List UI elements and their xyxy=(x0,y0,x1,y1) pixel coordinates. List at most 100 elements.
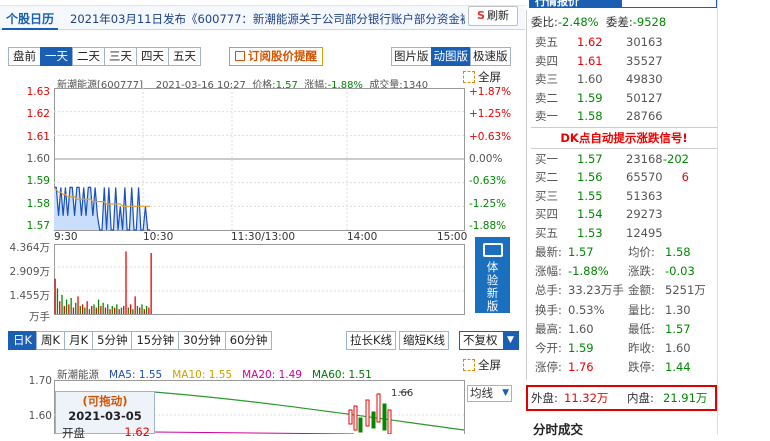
tab-quotes[interactable]: 行情报价 xyxy=(535,0,579,9)
volume-bar xyxy=(79,305,81,314)
panel-right-edge xyxy=(717,0,718,434)
tab-kline-6[interactable]: 60分钟 xyxy=(224,331,273,350)
fuquan-select[interactable]: 不复权 ▼ xyxy=(459,331,519,350)
stats-row-3: 换手: 0.53% 量比: 1.30 xyxy=(531,301,717,320)
y-label-right-3: 0.00% xyxy=(469,153,503,165)
weibi-row: 委比:-2.48% 委差:-9528 xyxy=(531,14,666,30)
stats-row-1: 涨幅: -1.88% 涨跌: -0.03 xyxy=(531,262,717,281)
order-price: 1.59 xyxy=(577,90,603,105)
news-headline-link[interactable]: 2021年03月11日发布《600777：新潮能源关于公司部分银行账户部分资金被… xyxy=(70,11,465,27)
order-price: 1.53 xyxy=(577,225,603,240)
view-button-0[interactable]: 图片版 xyxy=(391,47,432,66)
stats-row-2: 总手: 33.23万手 金额: 5251万 xyxy=(531,281,717,300)
fullscreen-button[interactable]: 全屏 xyxy=(463,69,501,85)
stat-label: 最新: xyxy=(535,245,562,259)
volume-bar xyxy=(77,296,79,314)
weibi-value: -2.48% xyxy=(557,15,599,29)
stat-label: 跌停: xyxy=(628,360,655,375)
volume-bar xyxy=(113,307,116,314)
junxian-label: 均线 xyxy=(470,386,493,400)
period-tabs: 盘前 一天 二天 三天 四天 五天 xyxy=(8,47,201,66)
stat-value: 1.60 xyxy=(568,321,594,336)
intraday-volume-chart[interactable] xyxy=(54,244,465,315)
kline-tooltip[interactable]: (可拖动) 2021-03-05 开盘 1.62 xyxy=(55,391,155,440)
stretch-kline-button[interactable]: 拉长K线 xyxy=(346,331,397,350)
volume-bar xyxy=(109,309,111,314)
tab-period-5[interactable]: 五天 xyxy=(168,47,201,66)
y-label-right-0: +1.87% xyxy=(469,86,512,98)
order-label: 买二 xyxy=(535,170,558,184)
y-label-left-0: 1.63 xyxy=(26,86,50,98)
order-label: 买四 xyxy=(535,207,558,221)
candle xyxy=(382,403,387,431)
candle xyxy=(348,409,353,425)
y-label-right-4: -0.63% xyxy=(469,175,507,188)
tab-kline-0[interactable]: 日K xyxy=(8,331,38,350)
candle xyxy=(387,409,392,434)
tab-stock-calendar[interactable]: 个股日历 xyxy=(2,8,59,30)
junxian-select[interactable]: 均线 ▼ xyxy=(467,385,512,402)
weicha-label: 委差: xyxy=(605,15,633,29)
order-book: 卖五 1.62 30163 卖四 1.61 35527 卖三 1.60 49830 卖二 1.59 5… xyxy=(531,33,717,242)
stat-label: 最低: xyxy=(628,321,655,336)
order-row-sell-3: 卖二 1.59 50127 xyxy=(531,89,717,108)
refresh-label: 刷新 xyxy=(486,9,509,22)
view-button-2[interactable]: 极速版 xyxy=(470,47,511,66)
volume-bar xyxy=(125,251,127,314)
order-row-sell-4: 卖一 1.58 28766 xyxy=(531,107,717,126)
order-row-buy-0: 买一 1.57 23168 -202 xyxy=(531,150,717,169)
stat-label: 换手: xyxy=(535,302,562,317)
volume-bar xyxy=(88,309,91,314)
order-book-divider xyxy=(531,147,717,149)
tab-kline-3[interactable]: 5分钟 xyxy=(92,331,133,350)
fuquan-value: 不复权 xyxy=(463,333,498,347)
stat-label: 今开: xyxy=(535,340,562,355)
dk-signal-promo-link[interactable]: DK点自动提示涨跌信号! xyxy=(531,129,717,147)
stats-row-4: 最高: 1.60 最低: 1.57 xyxy=(531,320,717,339)
kline-fullscreen-button[interactable]: 全屏 xyxy=(463,357,501,373)
order-price: 1.61 xyxy=(577,53,603,68)
shrink-kline-button[interactable]: 缩短K线 xyxy=(399,331,450,350)
order-label: 卖五 xyxy=(535,35,558,49)
candle xyxy=(371,411,376,429)
stat-value: 1.58 xyxy=(665,245,691,259)
stat-value: 5251万 xyxy=(665,283,706,298)
order-volume: 35527 xyxy=(626,53,663,68)
stat-label: 量比: xyxy=(628,302,655,317)
tab-period-4[interactable]: 四天 xyxy=(136,47,169,66)
tab-period-0[interactable]: 盘前 xyxy=(8,47,41,66)
order-row-buy-2: 买三 1.55 51363 xyxy=(531,187,717,206)
refresh-button[interactable]: S 刷新 xyxy=(468,6,518,26)
volume-bar xyxy=(72,307,75,314)
stat-value: 1.76 xyxy=(568,360,594,375)
tab-period-1[interactable]: 一天 xyxy=(40,47,73,66)
stat-label: 均价: xyxy=(628,245,655,259)
y-label-left-4: 1.59 xyxy=(26,175,50,188)
tab-period-3[interactable]: 三天 xyxy=(104,47,137,66)
tab-fund-flow[interactable]: 资金流分析 xyxy=(621,0,717,8)
tab-kline-1[interactable]: 周K xyxy=(36,331,66,350)
chevron-down-icon: ▼ xyxy=(502,388,509,398)
trade-detail-heading[interactable]: 分时成交 xyxy=(533,419,583,438)
tab-kline-4[interactable]: 15分钟 xyxy=(131,331,180,350)
candle xyxy=(358,417,363,433)
view-button-1[interactable]: 动图版 xyxy=(430,47,471,66)
intraday-price-chart[interactable] xyxy=(54,88,465,231)
waipan-value: 11.32万 xyxy=(564,391,609,405)
order-volume: 28766 xyxy=(626,109,663,123)
y-label-left-2: 1.61 xyxy=(26,130,50,143)
stat-label: 涨幅: xyxy=(535,264,562,279)
order-volume: 65570 xyxy=(626,170,663,184)
stats-row-5: 今开: 1.59 昨收: 1.60 xyxy=(531,339,717,358)
tooltip-drag-hint: (可拖动) xyxy=(82,394,128,408)
volume-bar xyxy=(75,302,77,314)
tab-period-2[interactable]: 二天 xyxy=(72,47,105,66)
order-price: 1.57 xyxy=(577,151,603,166)
tab-kline-2[interactable]: 月K xyxy=(64,331,94,350)
volume-bar xyxy=(86,301,88,314)
subscribe-price-alert-button[interactable]: 订阅股价提醒 xyxy=(229,47,323,66)
tab-kline-5[interactable]: 30分钟 xyxy=(178,331,226,350)
volume-bar xyxy=(70,297,72,314)
try-new-version-button[interactable]: 体验新版极速行情 xyxy=(475,237,510,365)
panel-divider xyxy=(526,10,527,380)
